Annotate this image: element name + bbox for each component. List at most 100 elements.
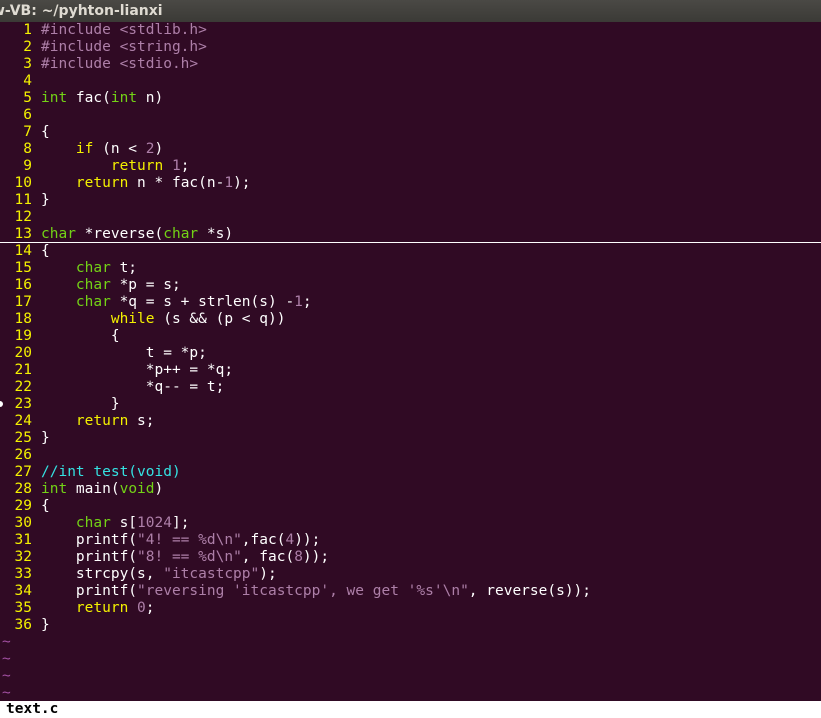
code-line[interactable]: 24 return s; (0, 413, 821, 430)
line-code: return n * fac(n-1); (41, 175, 251, 191)
code-area[interactable]: 1 #include <stdlib.h> 2 #include <string.h>… (0, 22, 821, 634)
code-line[interactable]: 5 int fac(int n) (0, 90, 821, 107)
code-token: " (233, 532, 242, 548)
code-token: n * fac(n- (128, 175, 225, 191)
line-number: 14 (14, 243, 32, 259)
code-token: #include (41, 39, 120, 55)
code-line[interactable]: 23 } (0, 396, 821, 413)
code-token: \n (442, 583, 461, 599)
line-code: int main(void) (41, 481, 163, 497)
code-line[interactable]: 7{ (0, 124, 821, 141)
code-token: ; (302, 294, 312, 310)
code-line[interactable]: 12 (0, 209, 821, 226)
line-number: 7 (23, 124, 32, 140)
code-token: return (110, 158, 164, 174)
code-line[interactable]: 4 (0, 73, 821, 90)
code-line[interactable]: 31 printf("4! == %d\n",fac(4)); (0, 532, 821, 549)
code-token: char (75, 294, 111, 310)
code-line[interactable]: 35 return 0; (0, 600, 821, 617)
code-token: %d\n (198, 532, 234, 548)
code-token: 1 (171, 158, 181, 174)
line-code: t = *p; (41, 345, 207, 361)
line-code: return s; (41, 413, 155, 429)
line-number: 9 (23, 158, 32, 174)
vim-status-line: text.c (0, 701, 821, 718)
code-line[interactable]: 27 //int test(void) (0, 464, 821, 481)
code-line[interactable]: 1 #include <stdlib.h> (0, 22, 821, 39)
code-token: "4! == (137, 532, 199, 548)
code-line[interactable]: 22 *q-- = t; (0, 379, 821, 396)
code-line[interactable]: 6 (0, 107, 821, 124)
code-line[interactable]: 25} (0, 430, 821, 447)
code-line[interactable]: 9 return 1; (0, 158, 821, 175)
code-token: ) (154, 481, 164, 497)
line-code: char *p = s; (41, 277, 181, 293)
line-code: printf("reversing 'itcastcpp', we get '%… (41, 583, 591, 599)
code-token: int (41, 481, 68, 497)
status-filename: text.c (6, 701, 59, 717)
code-token: , reverse(s)); (468, 583, 592, 599)
tilde-marker: ~ (2, 634, 11, 650)
code-token: 0 (137, 600, 146, 616)
code-line[interactable]: 19 { (0, 328, 821, 345)
code-line[interactable]: 32 printf("8! == %d\n", fac(8)); (0, 549, 821, 566)
code-line[interactable]: 14 { (0, 243, 821, 260)
line-number: 24 (14, 413, 32, 429)
code-line[interactable]: 16 char *p = s; (0, 277, 821, 294)
code-token: { (41, 328, 120, 344)
code-token: printf( (41, 549, 138, 565)
line-number: 15 (14, 260, 32, 276)
line-number: 32 (14, 549, 32, 565)
line-code: } (41, 430, 50, 446)
code-line[interactable]: 17 char *q = s + strlen(s) -1; (0, 294, 821, 311)
code-token: 2 (145, 141, 155, 157)
code-line[interactable]: 36} (0, 617, 821, 634)
code-token: main( (67, 481, 120, 497)
line-number: 23 (14, 396, 32, 412)
line-code: #include <stdlib.h> (41, 22, 207, 38)
empty-buffer-line: ~ (0, 651, 821, 668)
code-line[interactable]: 33 strcpy(s, "itcastcpp"); (0, 566, 821, 583)
code-line[interactable]: 30 char s[1024]; (0, 515, 821, 532)
code-line[interactable]: 26 (0, 447, 821, 464)
code-line[interactable]: 15 char t; (0, 260, 821, 277)
line-code: printf("8! == %d\n", fac(8)); (41, 549, 329, 565)
code-token: //int test(void) (41, 464, 181, 480)
code-token: char (163, 226, 199, 242)
line-code: char *reverse(char *s) (41, 226, 233, 242)
vim-editor[interactable]: 1 #include <stdlib.h> 2 #include <string.h>… (0, 22, 821, 701)
code-token: <string.h> (119, 39, 207, 55)
code-token: *q = s + strlen(s) - (110, 294, 295, 310)
code-line[interactable]: 18 while (s && (p < q)) (0, 311, 821, 328)
line-code: { (41, 124, 50, 140)
code-line[interactable]: 20 t = *p; (0, 345, 821, 362)
code-line[interactable]: 21 *p++ = *q; (0, 362, 821, 379)
code-token: int (110, 90, 138, 106)
line-number: 8 (23, 141, 32, 157)
code-token: void (119, 481, 155, 497)
code-token: char (41, 226, 76, 242)
line-number: 21 (14, 362, 32, 378)
code-line[interactable]: 3 #include <stdio.h> (0, 56, 821, 73)
code-line[interactable]: 34 printf("reversing 'itcastcpp', we get… (0, 583, 821, 600)
code-line[interactable]: 13 char *reverse(char *s) (0, 226, 821, 243)
code-line[interactable]: 29 { (0, 498, 821, 515)
code-line[interactable]: 28 int main(void) (0, 481, 821, 498)
code-token: } (41, 396, 120, 412)
code-line[interactable]: 8 if (n < 2) (0, 141, 821, 158)
code-line[interactable]: 2 #include <string.h> (0, 39, 821, 56)
code-line[interactable]: 10 return n * fac(n-1); (0, 175, 821, 192)
code-token: s; (128, 413, 155, 429)
line-number: 30 (14, 515, 32, 531)
code-token: { (41, 498, 50, 514)
code-line[interactable]: 11} (0, 192, 821, 209)
line-number: 19 (14, 328, 32, 344)
empty-buffer-line: ~ (0, 668, 821, 685)
line-code: } (41, 617, 50, 633)
